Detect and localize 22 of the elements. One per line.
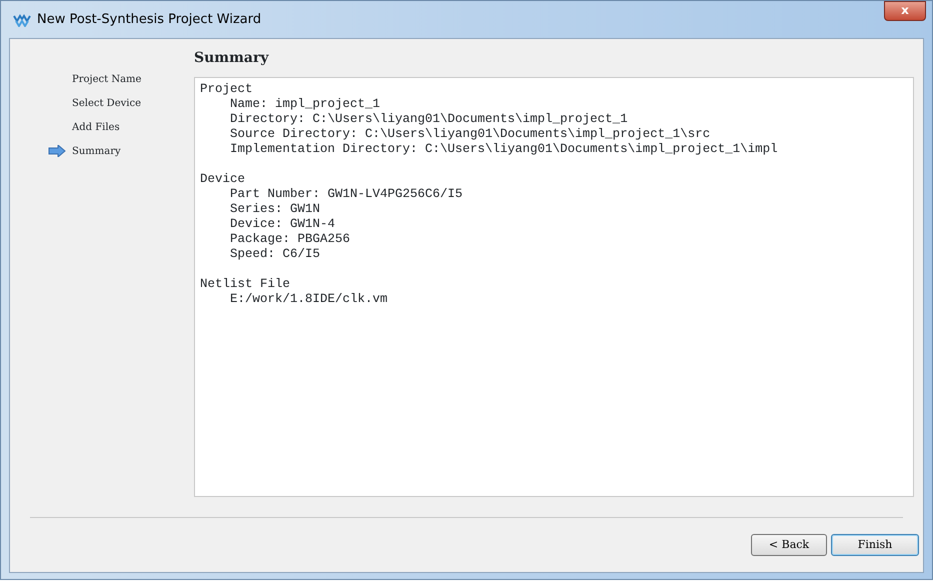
dialog-button[interactable]: < Back <box>751 534 827 556</box>
window-title: New Post-Synthesis Project Wizard <box>37 10 262 29</box>
section-heading: Project <box>200 82 254 97</box>
dialog-button[interactable]: Finish <box>831 534 919 556</box>
summary-line: Source Directory: C:\Users\liyang01\Documents\impl_project_1\src <box>229 127 712 142</box>
step-label[interactable]: Project Name <box>72 72 142 86</box>
summary-line: E:/work/1.8IDE/clk.vm <box>229 292 389 307</box>
summary-line: Part Number: GW1N-LV4PG256C6/I5 <box>229 187 464 202</box>
app-logo-icon <box>13 12 31 26</box>
page-title: Summary <box>194 49 270 68</box>
summary-line: Name: impl_project_1 <box>229 97 382 112</box>
summary-line: Speed: C6/I5 <box>229 247 322 262</box>
section-heading: Netlist File <box>200 277 292 292</box>
step-label[interactable]: Select Device <box>72 96 141 110</box>
summary-line: Package: PBGA256 <box>229 232 352 247</box>
step-label[interactable]: Add Files <box>72 120 120 134</box>
summary-line: Directory: C:\Users\liyang01\Documents\impl_project_1 <box>229 112 629 127</box>
summary-line: Implementation Directory: C:\Users\liyang01\Documents\impl_project_1\impl <box>229 142 779 157</box>
step-label[interactable]: Summary <box>72 144 121 158</box>
section-heading: Device <box>200 172 246 187</box>
summary-line: Device: GW1N-4 <box>229 217 336 232</box>
summary-line: Series: GW1N <box>229 202 322 217</box>
